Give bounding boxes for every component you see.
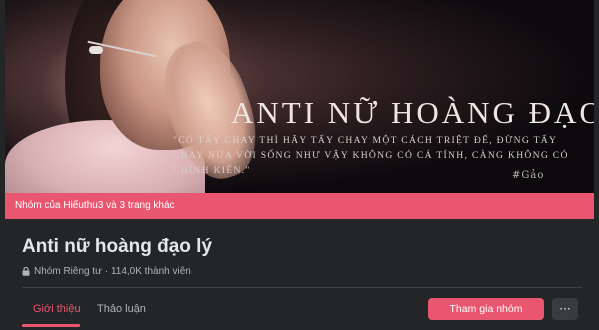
- cover-mic: [89, 46, 103, 54]
- active-tab-indicator: [22, 324, 80, 327]
- more-icon[interactable]: ···: [552, 298, 578, 320]
- admin-banner-text[interactable]: Nhóm của Hiếuthu3 và 3 trang khác: [15, 200, 175, 211]
- member-count[interactable]: · 114,0K thành viên: [105, 266, 191, 277]
- privacy-label[interactable]: Nhóm Riêng tư: [34, 266, 102, 277]
- cover-photo[interactable]: ANTI NỮ HOÀNG ĐẠO LÝ "CÓ TẨY CHAY THÌ HÃ…: [5, 0, 594, 193]
- join-group-button[interactable]: Tham gia nhóm: [428, 298, 544, 320]
- group-title[interactable]: Anti nữ hoàng đạo lý: [22, 236, 212, 258]
- cover-signature: #Gảo: [512, 170, 545, 181]
- group-page: ANTI NỮ HOÀNG ĐẠO LÝ "CÓ TẨY CHAY THÌ HÃ…: [0, 0, 599, 330]
- lock-icon: [22, 267, 30, 276]
- tab-about[interactable]: Giới thiệu: [33, 303, 81, 315]
- group-meta: Nhóm Riêng tư · 114,0K thành viên: [22, 266, 191, 277]
- tab-discussion[interactable]: Thảo luận: [97, 303, 146, 315]
- divider: [22, 287, 582, 288]
- admin-banner[interactable]: Nhóm của Hiếuthu3 và 3 trang khác: [5, 193, 594, 219]
- cover-title: ANTI NỮ HOÀNG ĐẠO LÝ: [231, 95, 594, 130]
